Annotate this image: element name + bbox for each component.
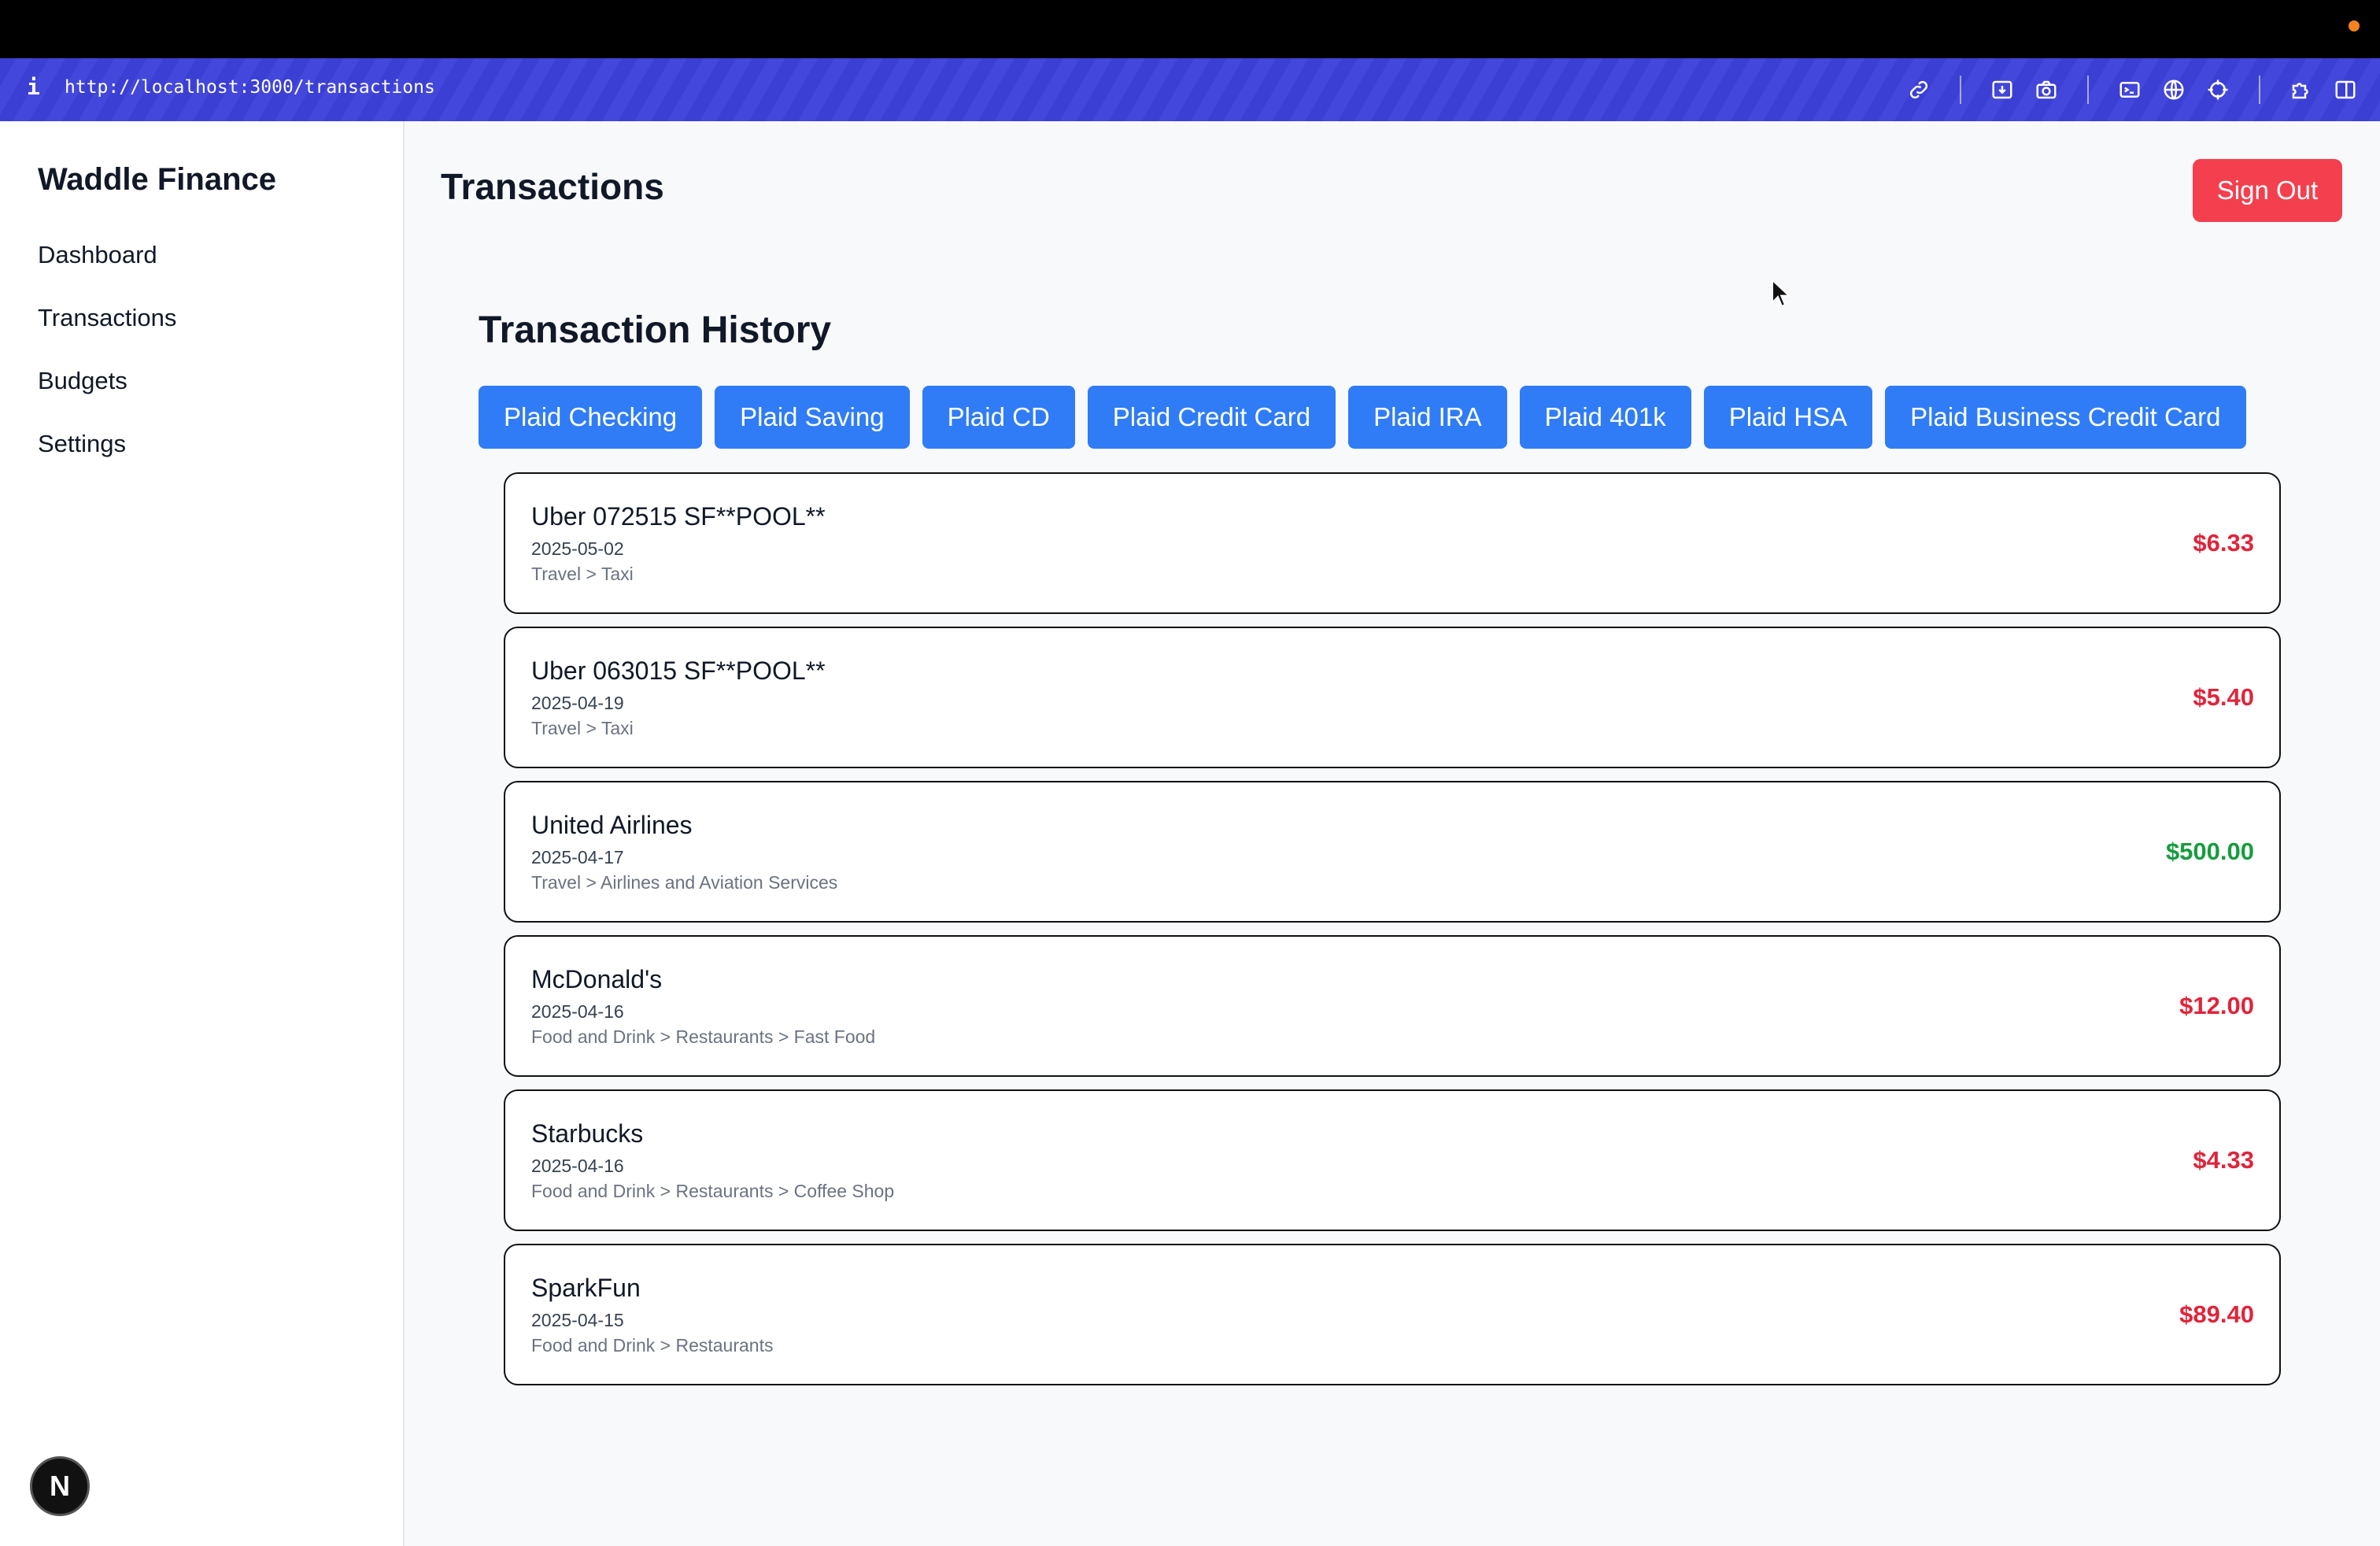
site-info-icon[interactable]: i <box>27 74 40 100</box>
main-content: Transactions Sign Out Transaction Histor… <box>405 121 2380 1546</box>
sidebar: Waddle Finance Dashboard Transactions Bu… <box>0 121 405 1546</box>
mouse-cursor-icon <box>1772 279 1791 308</box>
account-button-plaid-business-credit-card[interactable]: Plaid Business Credit Card <box>1885 386 2246 449</box>
transaction-category: Food and Drink > Restaurants > Coffee Sh… <box>531 1181 895 1201</box>
account-button-plaid-cd[interactable]: Plaid CD <box>922 386 1075 449</box>
transaction-date: 2025-04-15 <box>531 1310 624 1330</box>
sidebar-item-budgets[interactable]: Budgets <box>38 365 176 428</box>
transaction-date: 2025-04-16 <box>531 1001 624 1022</box>
transaction-name: McDonald's <box>531 965 663 993</box>
account-button-plaid-ira[interactable]: Plaid IRA <box>1348 386 1507 449</box>
transaction-amount: $89.40 <box>2179 1300 2254 1328</box>
sidebar-item-transactions[interactable]: Transactions <box>38 302 176 365</box>
transaction-category: Food and Drink > Restaurants > Fast Food <box>531 1026 876 1047</box>
toolbar-divider <box>1960 76 1961 104</box>
recording-indicator-dot <box>2349 20 2360 31</box>
transaction-name: SparkFun <box>531 1274 641 1302</box>
transaction-amount: $5.40 <box>2193 683 2254 711</box>
account-button-plaid-credit-card[interactable]: Plaid Credit Card <box>1087 386 1336 449</box>
transaction-amount: $500.00 <box>2165 838 2254 865</box>
transaction-row[interactable]: Uber 072515 SF**POOL** 2025-05-02 Travel… <box>504 472 2281 614</box>
globe-icon[interactable] <box>2160 76 2188 104</box>
account-button-plaid-401k[interactable]: Plaid 401k <box>1519 386 1691 449</box>
transaction-history-title: Transaction History <box>479 309 832 351</box>
sign-out-button[interactable]: Sign Out <box>2193 159 2342 222</box>
transaction-date: 2025-04-19 <box>531 693 624 713</box>
transaction-amount: $4.33 <box>2193 1146 2254 1174</box>
window-top-bar <box>0 0 2380 58</box>
toolbar-divider <box>2259 76 2260 104</box>
account-filter-buttons: Plaid Checking Plaid Saving Plaid CD Pla… <box>479 386 2246 449</box>
url-text[interactable]: http://localhost:3000/transactions <box>65 77 435 98</box>
transaction-category: Travel > Airlines and Aviation Services <box>531 872 838 893</box>
browser-toolbar <box>1905 71 2360 109</box>
transaction-date: 2025-04-16 <box>531 1156 624 1176</box>
toolbar-divider <box>2087 76 2089 104</box>
transaction-row[interactable]: Starbucks 2025-04-16 Food and Drink > Re… <box>504 1089 2281 1231</box>
transaction-date: 2025-05-02 <box>531 538 624 559</box>
page-title: Transactions <box>441 166 664 207</box>
sidebar-nav: Dashboard Transactions Budgets Settings <box>38 239 176 491</box>
transaction-name: United Airlines <box>531 811 693 839</box>
transaction-name: Uber 072515 SF**POOL** <box>531 502 826 531</box>
download-box-icon[interactable] <box>1988 76 2016 104</box>
transaction-row[interactable]: Uber 063015 SF**POOL** 2025-04-19 Travel… <box>504 627 2281 768</box>
transaction-name: Uber 063015 SF**POOL** <box>531 656 826 685</box>
split-view-icon[interactable] <box>2331 76 2360 104</box>
transaction-amount: $12.00 <box>2179 992 2254 1019</box>
transaction-category: Food and Drink > Restaurants <box>531 1335 774 1356</box>
sidebar-item-settings[interactable]: Settings <box>38 428 176 491</box>
browser-address-bar: i http://localhost:3000/transactions <box>0 58 2380 121</box>
transaction-list: Uber 072515 SF**POOL** 2025-05-02 Travel… <box>504 472 2281 1398</box>
crosshair-icon[interactable] <box>2204 76 2232 104</box>
nextjs-dev-badge[interactable]: N <box>30 1456 90 1516</box>
transaction-date: 2025-04-17 <box>531 847 624 867</box>
transaction-row[interactable]: United Airlines 2025-04-17 Travel > Airl… <box>504 781 2281 923</box>
camera-icon[interactable] <box>2032 76 2060 104</box>
transaction-amount: $6.33 <box>2193 529 2254 557</box>
account-button-plaid-hsa[interactable]: Plaid HSA <box>1703 386 1873 449</box>
link-icon[interactable] <box>1905 76 1933 104</box>
transaction-row[interactable]: McDonald's 2025-04-16 Food and Drink > R… <box>504 935 2281 1077</box>
puzzle-icon[interactable] <box>2287 76 2315 104</box>
app-brand: Waddle Finance <box>38 162 277 197</box>
account-button-plaid-saving[interactable]: Plaid Saving <box>715 386 910 449</box>
transaction-row[interactable]: SparkFun 2025-04-15 Food and Drink > Res… <box>504 1244 2281 1385</box>
transaction-name: Starbucks <box>531 1119 644 1148</box>
account-button-plaid-checking[interactable]: Plaid Checking <box>479 386 703 449</box>
transaction-category: Travel > Taxi <box>531 564 634 584</box>
transaction-category: Travel > Taxi <box>531 718 634 738</box>
terminal-icon[interactable] <box>2116 76 2144 104</box>
sidebar-item-dashboard[interactable]: Dashboard <box>38 239 176 302</box>
